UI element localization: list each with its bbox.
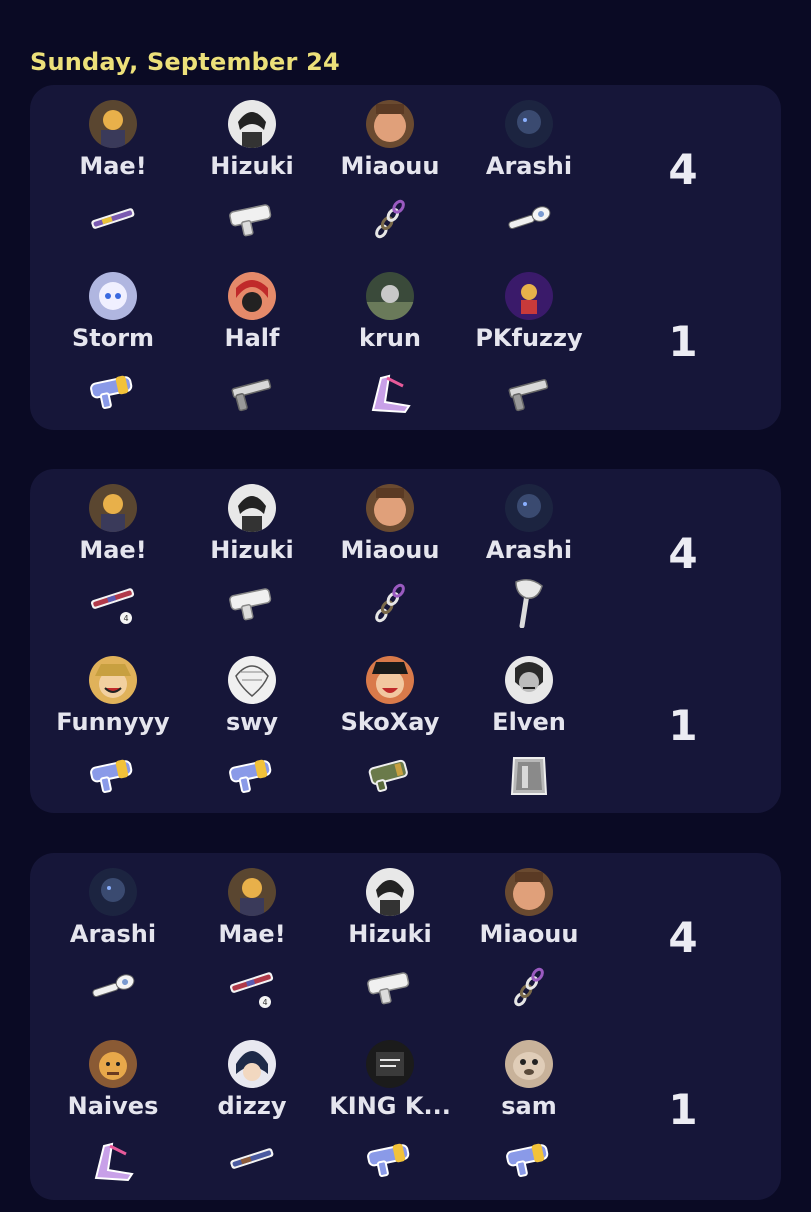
team-2: Naives dizzy KING K... sam 1 (30, 1040, 781, 1212)
chain-launcher-icon (504, 962, 554, 1012)
team-1: Mae! 4 Hizuki Miaouu Arashi 4 (30, 484, 781, 656)
avatar[interactable] (89, 656, 137, 704)
rifle-icon (227, 1134, 277, 1184)
avatar[interactable] (505, 1040, 553, 1088)
player-name: Funnyyy (56, 708, 170, 736)
squirt-gun-icon (365, 1134, 415, 1184)
shield-icon (504, 750, 554, 800)
player-name: Mae! (218, 920, 286, 948)
avatar[interactable] (366, 272, 414, 320)
player-name: Arashi (69, 920, 157, 948)
avatar[interactable] (366, 484, 414, 532)
team-score: 4 (668, 145, 698, 194)
date-header: Sunday, September 24 (30, 48, 340, 76)
player-name: Arashi (485, 536, 573, 564)
red-rifle-icon: 4 (227, 962, 277, 1012)
player-name: Half (224, 324, 280, 352)
avatar[interactable] (228, 656, 276, 704)
avatar[interactable] (228, 272, 276, 320)
player-name: Elven (492, 708, 566, 736)
avatar[interactable] (366, 656, 414, 704)
team-score: 1 (668, 701, 698, 750)
player-name: Miaouu (340, 152, 440, 180)
team-score: 4 (668, 913, 698, 962)
avatar[interactable] (505, 868, 553, 916)
avatar[interactable] (505, 656, 553, 704)
roller-gun-icon (504, 194, 554, 244)
avatar[interactable] (89, 868, 137, 916)
chain-launcher-icon (365, 194, 415, 244)
team-1: Arashi Mae! 4 Hizuki Miaouu 4 (30, 868, 781, 1040)
avatar[interactable] (228, 484, 276, 532)
player-name: Hizuki (210, 536, 294, 564)
player-name: Hizuki (210, 152, 294, 180)
match-card-1[interactable]: Mae! Hizuki Miaouu Arashi 4 Storm Half k… (30, 85, 781, 430)
avatar[interactable] (366, 1040, 414, 1088)
blaster-icon (227, 578, 277, 628)
avatar[interactable] (505, 484, 553, 532)
team-score: 1 (668, 317, 698, 366)
player-name: Arashi (485, 152, 573, 180)
player-name: krun (359, 324, 421, 352)
player-name: Hizuki (348, 920, 432, 948)
avatar[interactable] (89, 1040, 137, 1088)
squirt-gun-icon (227, 750, 277, 800)
avatar[interactable] (228, 868, 276, 916)
player-name: swy (225, 708, 279, 736)
player-name: PKfuzzy (475, 324, 583, 352)
player-name: Storm (71, 324, 155, 352)
svg-text:4: 4 (262, 998, 267, 1007)
team-1: Mae! Hizuki Miaouu Arashi 4 (30, 100, 781, 272)
slingshot-icon (365, 366, 415, 416)
avatar[interactable] (228, 1040, 276, 1088)
squirt-gun-icon (88, 366, 138, 416)
player-name: dizzy (217, 1092, 287, 1120)
team-score: 1 (668, 1085, 698, 1134)
team-2: Storm Half krun PKfuzzy 1 (30, 272, 781, 444)
player-name: Mae! (79, 152, 147, 180)
pistol-icon (504, 366, 554, 416)
avatar[interactable] (505, 272, 553, 320)
red-rifle-icon: 4 (88, 578, 138, 628)
avatar[interactable] (89, 100, 137, 148)
grenade-launcher-icon (365, 750, 415, 800)
squirt-gun-icon (504, 1134, 554, 1184)
avatar[interactable] (89, 484, 137, 532)
avatar[interactable] (366, 868, 414, 916)
player-name: Naives (67, 1092, 159, 1120)
avatar[interactable] (505, 100, 553, 148)
player-name: Miaouu (340, 536, 440, 564)
avatar[interactable] (89, 272, 137, 320)
player-name: sam (501, 1092, 557, 1120)
blaster-icon (227, 194, 277, 244)
avatar[interactable] (228, 100, 276, 148)
rifle-icon (88, 194, 138, 244)
match-card-3[interactable]: Arashi Mae! 4 Hizuki Miaouu 4 Naives diz… (30, 853, 781, 1200)
pistol-icon (227, 366, 277, 416)
roller-gun-icon (88, 962, 138, 1012)
player-name: KING K... (329, 1092, 451, 1120)
slingshot-icon (88, 1134, 138, 1184)
axe-icon (504, 578, 554, 629)
avatar[interactable] (366, 100, 414, 148)
blaster-icon (365, 962, 415, 1012)
team-score: 4 (668, 529, 698, 578)
svg-text:4: 4 (123, 614, 128, 623)
player-name: Mae! (79, 536, 147, 564)
chain-launcher-icon (365, 578, 415, 628)
player-name: Miaouu (479, 920, 579, 948)
match-card-2[interactable]: Mae! 4 Hizuki Miaouu Arashi 4 Funnyyy sw… (30, 469, 781, 813)
team-2: Funnyyy swy SkoXay Elven 1 (30, 656, 781, 828)
player-name: SkoXay (340, 708, 440, 736)
squirt-gun-icon (88, 750, 138, 800)
